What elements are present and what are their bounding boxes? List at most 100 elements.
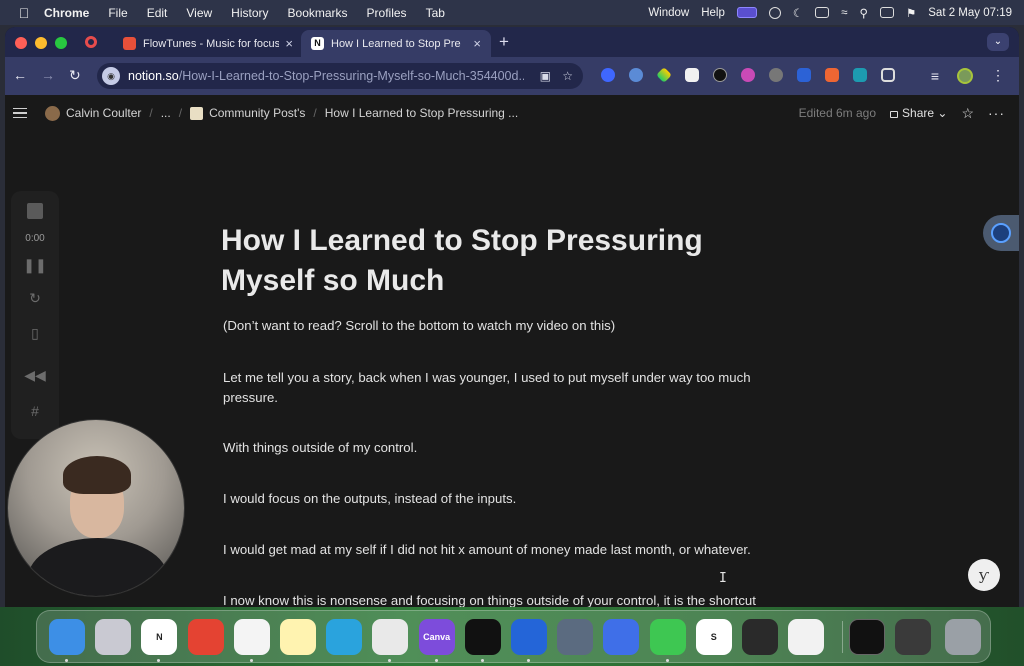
messages-app-icon[interactable] bbox=[649, 619, 686, 655]
extension-red-icon[interactable] bbox=[825, 68, 839, 82]
menu-help[interactable]: Help bbox=[701, 7, 725, 19]
favorite-star-icon[interactable]: ☆ bbox=[961, 105, 974, 122]
quicktime-app-icon[interactable] bbox=[557, 619, 594, 655]
paragraph-block[interactable]: I would focus on the outputs, instead of… bbox=[223, 489, 768, 509]
breadcrumb-separator: / bbox=[313, 106, 317, 120]
capcut-app-icon[interactable] bbox=[464, 619, 501, 655]
chrome-app-icon[interactable] bbox=[372, 619, 409, 655]
launchpad-app-icon[interactable] bbox=[95, 619, 132, 655]
extension-white-icon[interactable] bbox=[685, 68, 699, 82]
menu-app-name[interactable]: Chrome bbox=[44, 6, 89, 20]
delete-icon[interactable]: ▯ bbox=[11, 325, 59, 342]
minimize-window-button[interactable] bbox=[35, 37, 47, 49]
extension-badge-icon[interactable] bbox=[797, 68, 811, 82]
menu-profiles[interactable]: Profiles bbox=[367, 6, 407, 20]
telegram-app-icon[interactable] bbox=[326, 619, 363, 655]
paragraph-block[interactable]: (Don’t want to read? Scroll to the botto… bbox=[223, 316, 768, 336]
trash-icon[interactable] bbox=[945, 619, 981, 655]
breadcrumb-ellipsis[interactable]: ... bbox=[161, 106, 171, 120]
todoist-app-icon[interactable] bbox=[187, 619, 224, 655]
photos-app-icon[interactable] bbox=[788, 619, 825, 655]
moon-icon[interactable]: ☾ bbox=[793, 6, 803, 20]
extension-teal-icon[interactable] bbox=[853, 68, 867, 82]
menu-tab[interactable]: Tab bbox=[426, 6, 445, 20]
extension-sparkle-icon[interactable] bbox=[656, 67, 672, 83]
app-blue-shield-app-icon[interactable] bbox=[603, 619, 640, 655]
restart-icon[interactable]: ↻ bbox=[11, 290, 59, 307]
menu-view[interactable]: View bbox=[186, 6, 212, 20]
forward-icon[interactable]: → bbox=[41, 67, 55, 83]
zoom-window-button[interactable] bbox=[55, 37, 67, 49]
canva-app-icon[interactable]: Canva bbox=[418, 619, 455, 655]
menu-window[interactable]: Window bbox=[648, 7, 689, 19]
app-s-app-icon[interactable]: S bbox=[695, 619, 732, 655]
notion-app-icon[interactable]: N bbox=[141, 619, 178, 655]
media-controls-icon[interactable]: ≡ bbox=[931, 68, 939, 84]
extension-dark-icon[interactable] bbox=[713, 68, 727, 82]
search-icon[interactable]: ⚲ bbox=[860, 6, 868, 20]
bookmark-star-icon[interactable]: ☆ bbox=[562, 69, 573, 83]
stop-recording-icon[interactable] bbox=[27, 203, 43, 219]
paragraph-block[interactable]: I would get mad at my self if I did not … bbox=[223, 540, 768, 560]
menu-file[interactable]: File bbox=[108, 6, 127, 20]
close-window-button[interactable] bbox=[15, 37, 27, 49]
running-indicator bbox=[665, 659, 669, 662]
reload-icon[interactable]: ↻ bbox=[69, 67, 81, 84]
paragraph-block[interactable]: I now know this is nonsense and focusing… bbox=[223, 591, 768, 607]
pinned-tab-icon[interactable] bbox=[85, 36, 97, 48]
wifi-icon[interactable]: ≈ bbox=[841, 7, 847, 19]
app-blue-gear-app-icon[interactable] bbox=[511, 619, 547, 655]
sidebar-menu-icon[interactable] bbox=[13, 108, 27, 118]
breadcrumb-workspace[interactable]: Calvin Coulter bbox=[66, 106, 141, 120]
menu-bookmarks[interactable]: Bookmarks bbox=[288, 6, 348, 20]
extension-pink-icon[interactable] bbox=[741, 68, 755, 82]
minimized-chrome-window-icon[interactable] bbox=[895, 619, 931, 655]
battery-icon[interactable] bbox=[815, 7, 830, 18]
floating-widget-button[interactable] bbox=[983, 215, 1019, 251]
tab-search-chevron-icon[interactable]: ⌄ bbox=[987, 33, 1009, 51]
finder-app-icon[interactable] bbox=[49, 619, 85, 655]
share-label: Share bbox=[902, 106, 935, 120]
breadcrumb-separator: / bbox=[149, 106, 153, 120]
notes-app-icon[interactable] bbox=[280, 619, 316, 655]
webcam-bubble[interactable] bbox=[7, 419, 185, 597]
back-icon[interactable]: ← bbox=[13, 67, 27, 83]
breadcrumb-community-posts[interactable]: Community Post's bbox=[209, 106, 305, 120]
paragraph-block[interactable]: With things outside of my control. bbox=[223, 438, 768, 458]
menu-history[interactable]: History bbox=[231, 6, 268, 20]
pause-icon[interactable]: ❚❚ bbox=[11, 257, 59, 274]
extension-chat-icon[interactable] bbox=[769, 68, 783, 82]
reminders-app-icon[interactable] bbox=[233, 619, 270, 655]
close-tab-icon[interactable]: × bbox=[285, 36, 293, 51]
chrome-menu-icon[interactable]: ⋮ bbox=[991, 67, 1005, 84]
paragraph-block[interactable]: Let me tell you a story, back when I was… bbox=[223, 368, 768, 408]
minimized-window-icon[interactable] bbox=[849, 619, 885, 655]
page-title[interactable]: How I Learned to Stop Pressuring Myself … bbox=[221, 221, 781, 301]
profile-avatar[interactable] bbox=[957, 67, 973, 84]
new-tab-icon[interactable]: + bbox=[499, 32, 509, 52]
tab-notion-active[interactable]: N How I Learned to Stop Pre × bbox=[301, 30, 491, 57]
menu-edit[interactable]: Edit bbox=[147, 6, 168, 20]
install-app-icon[interactable]: ▣ bbox=[540, 69, 551, 83]
address-bar[interactable]: ◉ notion.so /How-I-Learned-to-Stop-Press… bbox=[97, 63, 583, 89]
breadcrumb-current-page[interactable]: How I Learned to Stop Pressuring ... bbox=[325, 106, 518, 120]
window-controls bbox=[15, 37, 67, 49]
grid-icon[interactable]: # bbox=[11, 403, 59, 419]
flag-icon[interactable]: ⚑ bbox=[906, 6, 916, 20]
screen-record-icon[interactable] bbox=[736, 7, 757, 18]
more-options-icon[interactable]: ··· bbox=[988, 105, 1005, 121]
datetime[interactable]: Sat 2 May 07:19 bbox=[928, 7, 1012, 19]
control-center-icon[interactable] bbox=[879, 7, 894, 18]
close-tab-icon[interactable]: × bbox=[473, 36, 481, 51]
apple-menu-icon[interactable]:  bbox=[16, 5, 32, 21]
rewind-icon[interactable]: ◀◀ bbox=[11, 367, 59, 384]
play-icon[interactable] bbox=[768, 6, 781, 19]
site-info-icon[interactable]: ◉ bbox=[102, 67, 120, 85]
help-button[interactable]: ƴ bbox=[968, 559, 1000, 591]
app-lotus-app-icon[interactable] bbox=[742, 619, 778, 655]
extensions-puzzle-icon[interactable] bbox=[881, 68, 895, 82]
extension-globe-icon[interactable] bbox=[629, 68, 643, 82]
extension-blue-icon[interactable] bbox=[601, 68, 615, 82]
share-button[interactable]: Share ⌄ bbox=[890, 106, 947, 120]
tab-flowtunes[interactable]: FlowTunes - Music for focus × bbox=[113, 30, 303, 57]
